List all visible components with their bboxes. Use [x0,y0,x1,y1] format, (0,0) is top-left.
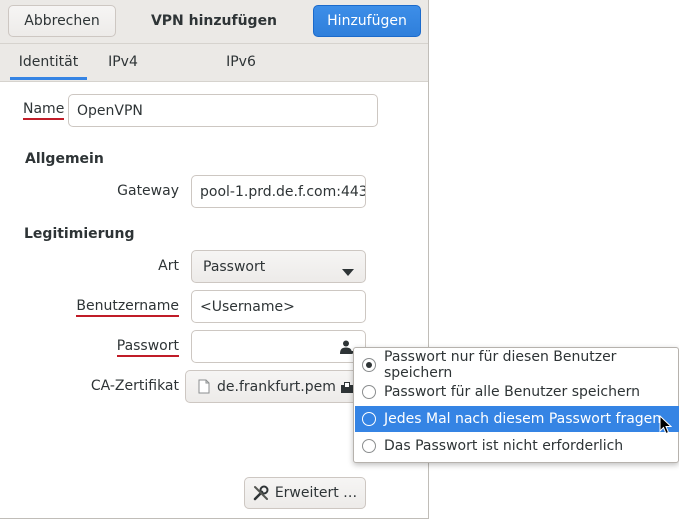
gateway-field[interactable]: pool-1.prd.de.f.com:443 [191,175,366,208]
password-storage-popover: Passwort nur für diesen Benutzer speiche… [353,347,679,463]
radio-button [362,385,376,399]
advanced-button[interactable]: Erweitert … [244,477,366,509]
option-label: Jedes Mal nach diesem Passwort fragen [384,411,662,427]
file-icon [198,379,210,394]
open-file-icon [340,380,354,398]
general-heading: Allgemein [25,151,104,167]
chevron-down-icon [342,264,354,280]
radio-button [362,439,376,453]
option-label: Passwort für alle Benutzer speichern [384,384,640,400]
username-label-text: Benutzername [76,298,179,317]
popover-option-ask-every-time[interactable]: Jedes Mal nach diesem Passwort fragen [355,406,679,432]
password-field[interactable] [191,330,366,363]
popover-option-this-user[interactable]: Passwort nur für diesen Benutzer speiche… [355,349,679,381]
radio-button [362,412,376,426]
type-label: Art [158,258,179,274]
auth-heading: Legitimierung [24,226,135,242]
tab-ipv6[interactable]: IPv6 [215,44,267,81]
popover-option-not-required[interactable]: Das Passwort ist nicht erforderlich [355,433,679,459]
password-label: Passwort [60,338,179,357]
add-button[interactable]: Hinzufügen [313,5,421,37]
radio-button [362,358,376,372]
ca-certificate-value: de.frankfurt.pem [217,378,336,395]
tools-icon [253,485,269,501]
mouse-cursor-icon [659,414,673,439]
auth-type-dropdown[interactable]: Passwort [191,250,366,283]
name-field[interactable]: OpenVPN [68,94,378,127]
popover-option-all-users[interactable]: Passwort für alle Benutzer speichern [355,379,679,405]
ca-certificate-button[interactable]: de.frankfurt.pem [185,370,365,403]
tab-ipv4[interactable]: IPv4 [97,44,149,81]
name-label-text: Name [23,101,65,120]
auth-type-value: Passwort [203,258,266,275]
tab-bar: Identität IPv4 IPv6 [0,44,428,82]
password-label-text: Passwort [116,338,179,357]
ca-certificate-label: CA-Zertifikat [90,378,179,394]
option-label: Das Passwort ist nicht erforderlich [384,438,624,454]
name-label: Name [23,101,65,120]
dialog-title: VPN hinzufügen [150,13,278,29]
username-label: Benutzername [40,298,179,317]
active-tab-indicator [10,77,87,80]
cancel-button[interactable]: Abbrechen [8,5,116,37]
option-label: Passwort nur für diesen Benutzer speiche… [384,349,617,381]
gateway-label: Gateway [117,183,179,199]
tab-identity[interactable]: Identität [10,44,87,81]
header-bar: Abbrechen VPN hinzufügen Hinzufügen [0,0,428,44]
advanced-label: Erweitert … [274,485,358,501]
username-field[interactable]: <Username> [191,290,366,323]
